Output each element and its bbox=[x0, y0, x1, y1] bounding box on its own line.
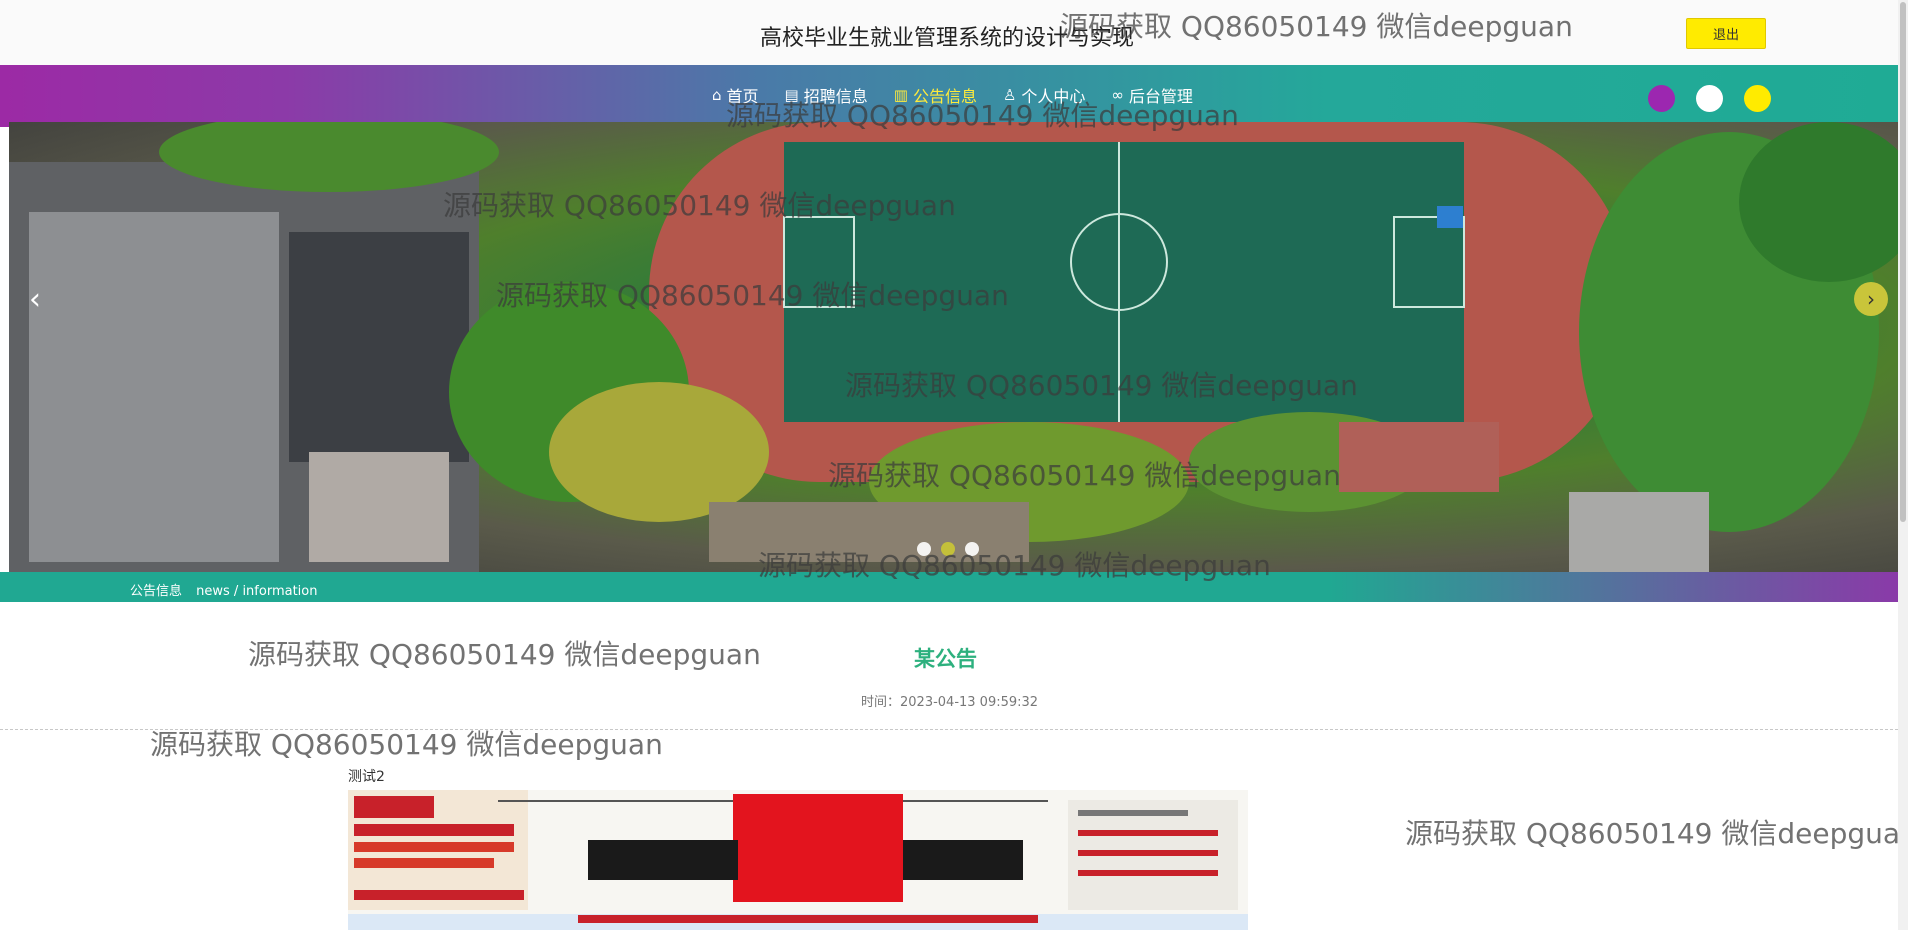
nav-item-label: 招聘信息 bbox=[803, 87, 868, 106]
theme-switcher bbox=[1648, 85, 1771, 112]
home-icon: ⌂ bbox=[712, 86, 722, 104]
campus-aerial-image bbox=[9, 122, 1898, 572]
nav-item-label: 公告信息 bbox=[912, 87, 977, 106]
carousel-dot[interactable] bbox=[917, 542, 931, 556]
theme-dot-white[interactable] bbox=[1696, 85, 1723, 112]
carousel-dot[interactable] bbox=[965, 542, 979, 556]
breadcrumb-subtitle: news / information bbox=[196, 584, 318, 599]
carousel-indicators bbox=[917, 542, 979, 556]
theme-dot-yellow[interactable] bbox=[1744, 85, 1771, 112]
carousel-next-arrow[interactable]: › bbox=[1854, 282, 1888, 316]
document-icon: ▤ bbox=[784, 86, 799, 104]
newspaper-image bbox=[348, 790, 1248, 930]
nav-item-profile[interactable]: ♙ 个人中心 bbox=[1003, 83, 1085, 107]
notice-icon: ▥ bbox=[893, 86, 908, 104]
carousel-dot[interactable] bbox=[941, 542, 955, 556]
breadcrumb: 公告信息 news / information bbox=[130, 580, 317, 599]
main-nav: ⌂ 首页 ▤ 招聘信息 ▥ 公告信息 ♙ 个人中心 ∞ 后台管理 bbox=[712, 83, 1193, 107]
scrollbar[interactable] bbox=[1898, 0, 1908, 930]
banner-carousel: ‹ › bbox=[9, 122, 1898, 572]
notice-body: 测试2 bbox=[348, 769, 385, 785]
site-title: 高校毕业生就业管理系统的设计与实现 bbox=[760, 26, 1135, 51]
nav-band: ⌂ 首页 ▤ 招聘信息 ▥ 公告信息 ♙ 个人中心 ∞ 后台管理 bbox=[0, 65, 1898, 127]
breadcrumb-bar: 公告信息 news / information bbox=[0, 572, 1898, 602]
watermark: 源码获取 QQ86050149 微信deepguan bbox=[248, 638, 761, 671]
theme-dot-purple[interactable] bbox=[1648, 85, 1675, 112]
carousel-prev-arrow[interactable]: ‹ bbox=[29, 282, 41, 317]
nav-item-jobs[interactable]: ▤ 招聘信息 bbox=[785, 83, 868, 107]
link-icon: ∞ bbox=[1111, 86, 1124, 104]
user-icon: ♙ bbox=[1002, 86, 1017, 104]
scrollbar-thumb[interactable] bbox=[1900, 2, 1906, 522]
breadcrumb-label: 公告信息 bbox=[130, 584, 183, 599]
top-bar: 高校毕业生就业管理系统的设计与实现 退出 bbox=[0, 0, 1898, 65]
nav-item-notices[interactable]: ▥ 公告信息 bbox=[894, 83, 977, 107]
notice-time: 时间：2023-04-13 09:59:32 bbox=[861, 695, 1039, 710]
nav-item-label: 首页 bbox=[726, 87, 759, 106]
nav-item-label: 后台管理 bbox=[1128, 87, 1193, 106]
logout-button[interactable]: 退出 bbox=[1686, 18, 1766, 49]
newspaper-illustration bbox=[348, 790, 1248, 930]
page: 高校毕业生就业管理系统的设计与实现 退出 ⌂ 首页 ▤ 招聘信息 ▥ 公告信息 … bbox=[0, 0, 1908, 930]
nav-item-label: 个人中心 bbox=[1021, 87, 1086, 106]
notice-title: 某公告 bbox=[914, 647, 977, 671]
watermark: 源码获取 QQ86050149 微信deepguan bbox=[1405, 817, 1908, 850]
nav-item-admin[interactable]: ∞ 后台管理 bbox=[1111, 83, 1193, 107]
nav-item-home[interactable]: ⌂ 首页 bbox=[712, 83, 759, 107]
divider bbox=[0, 729, 1898, 730]
